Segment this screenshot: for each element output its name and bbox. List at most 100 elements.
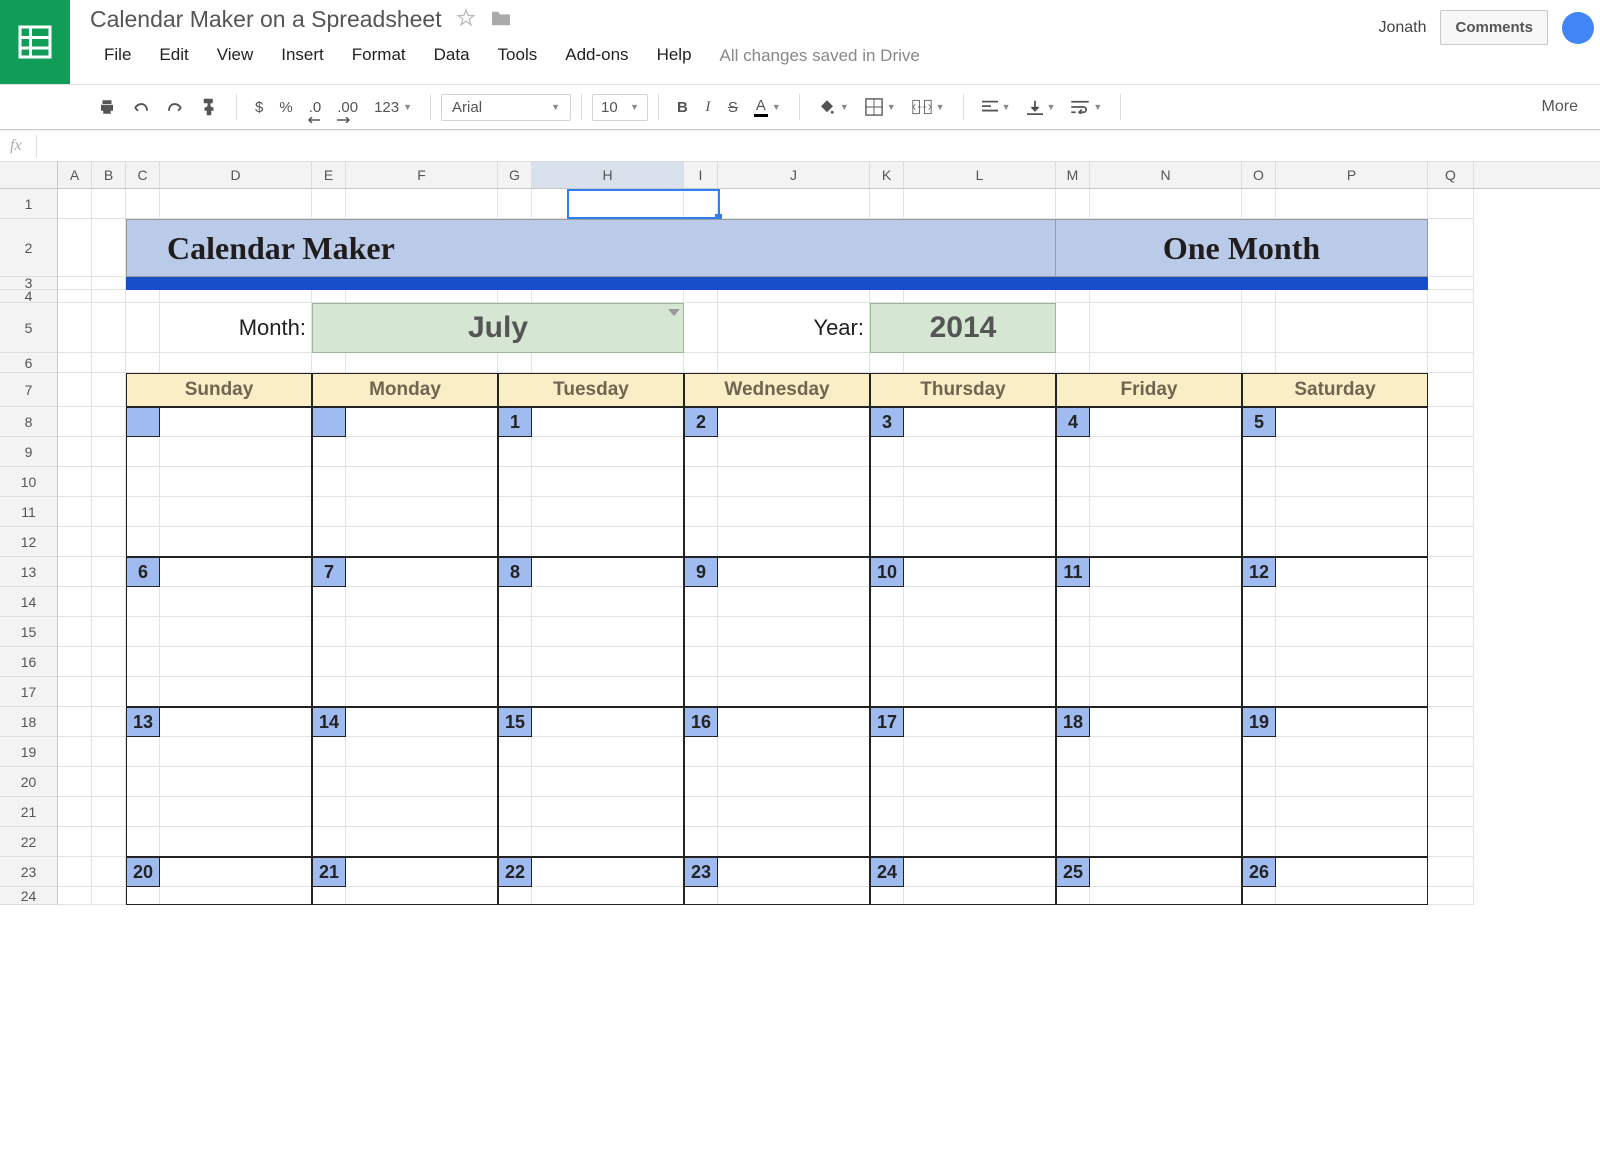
cell-C1[interactable] <box>126 189 160 219</box>
cell-B23[interactable] <box>92 857 126 887</box>
row-header-20[interactable]: 20 <box>0 767 58 797</box>
cell-A20[interactable] <box>58 767 92 797</box>
fill-color-dropdown[interactable]: ▼ <box>810 92 857 122</box>
menu-addons[interactable]: Add-ons <box>551 41 642 71</box>
cell-L4[interactable] <box>904 290 1056 303</box>
cell-N5[interactable] <box>1090 303 1242 353</box>
row-header-12[interactable]: 12 <box>0 527 58 557</box>
cell-P5[interactable] <box>1276 303 1428 353</box>
horizontal-align-dropdown[interactable]: ▼ <box>974 94 1019 120</box>
cell-A22[interactable] <box>58 827 92 857</box>
cell-Q2[interactable] <box>1428 219 1474 277</box>
cell-B10[interactable] <box>92 467 126 497</box>
cell-P4[interactable] <box>1276 290 1428 303</box>
paint-format-icon[interactable] <box>192 91 226 123</box>
cell-B13[interactable] <box>92 557 126 587</box>
row-header-2[interactable]: 2 <box>0 219 58 277</box>
italic-button[interactable]: I <box>696 93 720 122</box>
row-header-10[interactable]: 10 <box>0 467 58 497</box>
month-dropdown-caret-icon[interactable] <box>668 309 680 316</box>
cell-B12[interactable] <box>92 527 126 557</box>
row-header-13[interactable]: 13 <box>0 557 58 587</box>
cell-A2[interactable] <box>58 219 92 277</box>
cell-L6[interactable] <box>904 353 1056 373</box>
cell-M6[interactable] <box>1056 353 1090 373</box>
row-header-17[interactable]: 17 <box>0 677 58 707</box>
cell-O5[interactable] <box>1242 303 1276 353</box>
cell-C6[interactable] <box>126 353 160 373</box>
cell-F1[interactable] <box>346 189 498 219</box>
comments-button[interactable]: Comments <box>1440 10 1548 45</box>
column-header-D[interactable]: D <box>160 162 312 188</box>
cell-Q8[interactable] <box>1428 407 1474 437</box>
cell-Q9[interactable] <box>1428 437 1474 467</box>
cell-Q21[interactable] <box>1428 797 1474 827</box>
column-header-I[interactable]: I <box>684 162 718 188</box>
cell-E1[interactable] <box>312 189 346 219</box>
font-size-dropdown[interactable]: 10▼ <box>592 94 648 121</box>
row-header-19[interactable]: 19 <box>0 737 58 767</box>
cell-H4[interactable] <box>532 290 684 303</box>
cell-Q18[interactable] <box>1428 707 1474 737</box>
row-header-14[interactable]: 14 <box>0 587 58 617</box>
cell-Q6[interactable] <box>1428 353 1474 373</box>
number-format-dropdown[interactable]: 123▼ <box>366 93 420 122</box>
cell-A23[interactable] <box>58 857 92 887</box>
cell-A5[interactable] <box>58 303 92 353</box>
cell-I4[interactable] <box>684 290 718 303</box>
cell-M4[interactable] <box>1056 290 1090 303</box>
cell-Q24[interactable] <box>1428 887 1474 905</box>
cell-B24[interactable] <box>92 887 126 905</box>
row-header-22[interactable]: 22 <box>0 827 58 857</box>
cell-B1[interactable] <box>92 189 126 219</box>
column-header-P[interactable]: P <box>1276 162 1428 188</box>
cell-Q13[interactable] <box>1428 557 1474 587</box>
cell-A8[interactable] <box>58 407 92 437</box>
cell-I1[interactable] <box>684 189 718 219</box>
cell-Q19[interactable] <box>1428 737 1474 767</box>
cell-M5[interactable] <box>1056 303 1090 353</box>
menu-help[interactable]: Help <box>643 41 706 71</box>
cell-A11[interactable] <box>58 497 92 527</box>
cell-A12[interactable] <box>58 527 92 557</box>
column-header-B[interactable]: B <box>92 162 126 188</box>
column-header-M[interactable]: M <box>1056 162 1090 188</box>
document-title[interactable]: Calendar Maker on a Spreadsheet <box>90 6 442 33</box>
column-header-A[interactable]: A <box>58 162 92 188</box>
row-header-21[interactable]: 21 <box>0 797 58 827</box>
cell-B18[interactable] <box>92 707 126 737</box>
cell-B6[interactable] <box>92 353 126 373</box>
decrease-decimal-button[interactable]: .0 <box>301 93 330 122</box>
cell-Q16[interactable] <box>1428 647 1474 677</box>
cell-Q5[interactable] <box>1428 303 1474 353</box>
merge-cells-dropdown[interactable]: ▼ <box>904 93 953 121</box>
cell-B20[interactable] <box>92 767 126 797</box>
cell-B21[interactable] <box>92 797 126 827</box>
cell-Q12[interactable] <box>1428 527 1474 557</box>
column-header-H[interactable]: H <box>532 162 684 188</box>
menu-edit[interactable]: Edit <box>145 41 202 71</box>
cell-A19[interactable] <box>58 737 92 767</box>
cell-E4[interactable] <box>312 290 346 303</box>
cell-Q14[interactable] <box>1428 587 1474 617</box>
font-family-dropdown[interactable]: Arial▼ <box>441 94 571 121</box>
cell-B11[interactable] <box>92 497 126 527</box>
cell-A6[interactable] <box>58 353 92 373</box>
cell-Q7[interactable] <box>1428 373 1474 407</box>
percent-button[interactable]: % <box>271 93 300 122</box>
cell-A21[interactable] <box>58 797 92 827</box>
cell-O4[interactable] <box>1242 290 1276 303</box>
cell-G4[interactable] <box>498 290 532 303</box>
row-header-23[interactable]: 23 <box>0 857 58 887</box>
increase-decimal-button[interactable]: .00 <box>329 93 366 122</box>
row-header-18[interactable]: 18 <box>0 707 58 737</box>
cell-A14[interactable] <box>58 587 92 617</box>
cell-A1[interactable] <box>58 189 92 219</box>
menu-format[interactable]: Format <box>338 41 420 71</box>
cell-M1[interactable] <box>1056 189 1090 219</box>
cell-P6[interactable] <box>1276 353 1428 373</box>
month-dropdown[interactable]: July <box>312 303 684 353</box>
cell-A4[interactable] <box>58 290 92 303</box>
cell-A15[interactable] <box>58 617 92 647</box>
cell-B16[interactable] <box>92 647 126 677</box>
